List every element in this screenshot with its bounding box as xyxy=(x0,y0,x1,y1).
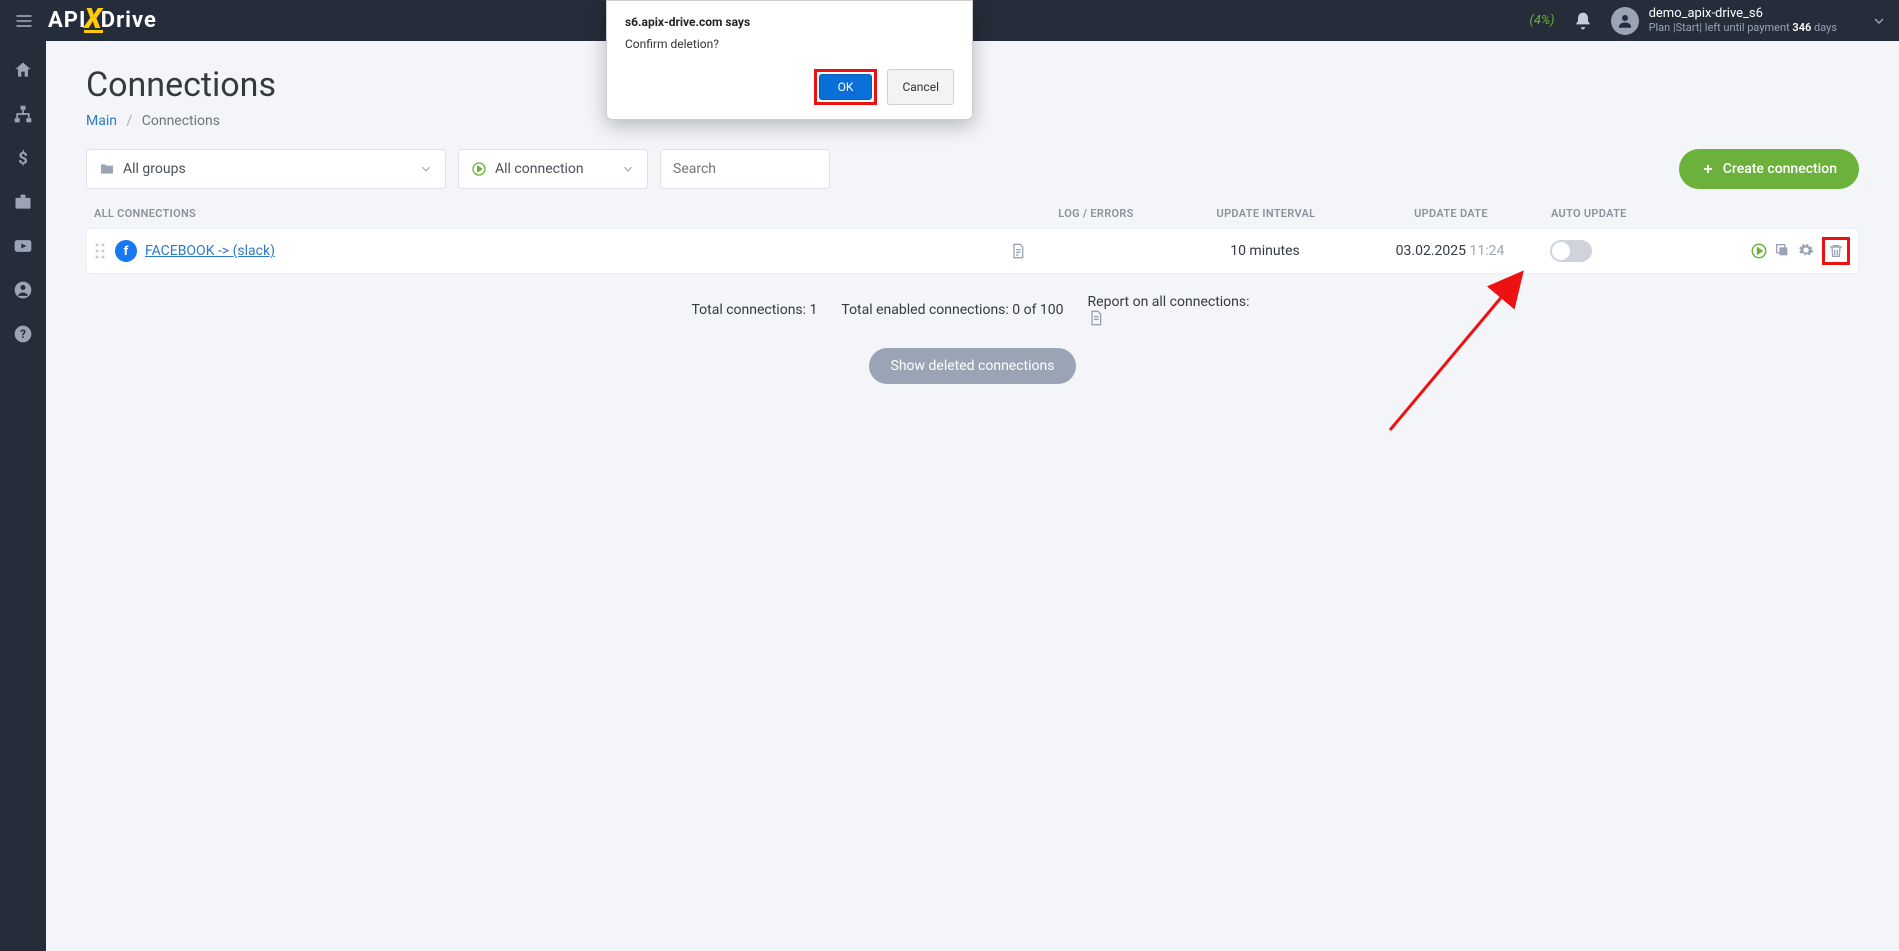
question-icon: ? xyxy=(13,324,33,344)
hamburger-icon xyxy=(14,11,34,31)
document-icon xyxy=(1010,243,1026,259)
delete-button-highlight xyxy=(1822,237,1850,265)
menu-toggle-button[interactable] xyxy=(12,9,36,33)
logo[interactable]: API X Drive xyxy=(48,8,157,33)
report-text: Report on all connections: xyxy=(1088,294,1250,310)
plus-icon xyxy=(1701,162,1715,176)
col-header-log: LOG / ERRORS xyxy=(1011,207,1181,220)
nav-account[interactable] xyxy=(12,279,34,301)
col-header-all: ALL CONNECTIONS xyxy=(94,207,1011,220)
svg-text:?: ? xyxy=(20,327,26,341)
date-part: 03.02.2025 xyxy=(1396,243,1466,259)
breadcrumb-current: Connections xyxy=(142,113,220,129)
col-header-auto: AUTO UPDATE xyxy=(1551,207,1731,220)
user-circle-icon xyxy=(13,280,33,300)
briefcase-icon xyxy=(13,192,33,212)
filters-row: All groups All connection Create connect… xyxy=(86,149,1859,189)
sidebar: $ ? xyxy=(0,41,46,951)
auto-update-toggle[interactable] xyxy=(1550,240,1592,262)
copy-button[interactable] xyxy=(1774,242,1792,260)
play-circle-icon xyxy=(471,161,487,177)
bell-icon xyxy=(1573,11,1593,31)
confirm-dialog: s6.apix-drive.com says Confirm deletion?… xyxy=(606,0,973,120)
summary-row: Total connections: 1 Total enabled conne… xyxy=(86,294,1859,326)
create-connection-label: Create connection xyxy=(1723,161,1837,177)
nav-connections[interactable] xyxy=(12,103,34,125)
col-header-interval: UPDATE INTERVAL xyxy=(1181,207,1351,220)
grip-icon xyxy=(95,243,105,259)
youtube-icon xyxy=(13,236,33,256)
notifications-button[interactable] xyxy=(1573,11,1593,31)
user-menu-chevron[interactable] xyxy=(1871,13,1887,29)
avatar xyxy=(1611,7,1639,35)
user-icon xyxy=(1616,12,1634,30)
chevron-down-icon xyxy=(1871,13,1887,29)
trash-icon xyxy=(1828,243,1844,259)
breadcrumb-main-link[interactable]: Main xyxy=(86,113,117,129)
user-menu[interactable]: demo_apix-drive_s6 Plan |Start| left unt… xyxy=(1611,7,1837,35)
user-plan-label: Plan |Start| left until payment 346 days xyxy=(1649,22,1837,35)
nav-tools[interactable] xyxy=(12,191,34,213)
status-dropdown[interactable]: All connection xyxy=(458,149,648,189)
connection-name-link[interactable]: FACEBOOK -> (slack) xyxy=(145,243,275,259)
breadcrumb-separator: / xyxy=(126,113,132,129)
create-connection-button[interactable]: Create connection xyxy=(1679,149,1859,189)
plan-suffix: days xyxy=(1811,21,1837,34)
home-icon xyxy=(13,60,33,80)
logo-part-drive: Drive xyxy=(101,8,157,33)
show-deleted-button[interactable]: Show deleted connections xyxy=(869,348,1077,384)
groups-dropdown[interactable]: All groups xyxy=(86,149,446,189)
topbar-right: (4%) demo_apix-drive_s6 Plan |Start| lef… xyxy=(1530,7,1887,35)
plan-prefix: Plan |Start| left until payment xyxy=(1649,21,1793,34)
status-dropdown-label: All connection xyxy=(495,161,584,177)
sitemap-icon xyxy=(13,104,33,124)
user-name-label: demo_apix-drive_s6 xyxy=(1649,7,1837,22)
table-header: ALL CONNECTIONS LOG / ERRORS UPDATE INTE… xyxy=(86,207,1859,220)
dialog-host: s6.apix-drive.com says xyxy=(625,15,954,29)
plan-days: 346 xyxy=(1792,21,1811,34)
run-button[interactable] xyxy=(1750,242,1768,260)
enabled-connections-label: Total enabled connections: 0 of 100 xyxy=(841,302,1063,318)
main-content: Connections Main / Connections All group… xyxy=(46,41,1899,951)
search-input[interactable] xyxy=(660,149,830,189)
facebook-icon: f xyxy=(115,240,137,262)
nav-home[interactable] xyxy=(12,59,34,81)
usage-percent: (4%) xyxy=(1530,13,1555,28)
settings-button[interactable] xyxy=(1798,242,1816,260)
dialog-message: Confirm deletion? xyxy=(625,37,954,51)
total-connections-label: Total connections: 1 xyxy=(691,302,817,318)
dialog-ok-button[interactable]: OK xyxy=(819,74,873,100)
copy-icon xyxy=(1774,242,1790,258)
folder-icon xyxy=(99,161,115,177)
log-button[interactable] xyxy=(1010,243,1180,259)
ok-button-highlight: OK xyxy=(814,69,878,105)
dialog-cancel-button[interactable]: Cancel xyxy=(887,69,954,105)
chevron-down-icon xyxy=(419,162,433,176)
report-download-button[interactable] xyxy=(1088,310,1254,326)
report-label: Report on all connections: xyxy=(1088,294,1254,326)
col-header-date: UPDATE DATE xyxy=(1351,207,1551,220)
nav-video[interactable] xyxy=(12,235,34,257)
svg-text:$: $ xyxy=(18,150,28,168)
nav-help[interactable]: ? xyxy=(12,323,34,345)
nav-billing[interactable]: $ xyxy=(12,147,34,169)
connection-row[interactable]: f FACEBOOK -> (slack) 10 minutes 03.02.2… xyxy=(86,228,1859,274)
delete-button[interactable] xyxy=(1828,243,1844,259)
logo-part-api: API xyxy=(48,8,86,33)
play-icon xyxy=(1750,242,1768,260)
dollar-icon: $ xyxy=(13,148,33,168)
drag-handle[interactable] xyxy=(95,243,109,259)
update-date: 03.02.2025 11:24 xyxy=(1350,243,1550,259)
time-part: 11:24 xyxy=(1469,243,1504,259)
gear-icon xyxy=(1798,242,1814,258)
document-icon xyxy=(1088,310,1104,326)
chevron-down-icon xyxy=(621,162,635,176)
interval-value: 10 minutes xyxy=(1180,243,1350,259)
groups-dropdown-label: All groups xyxy=(123,161,186,177)
